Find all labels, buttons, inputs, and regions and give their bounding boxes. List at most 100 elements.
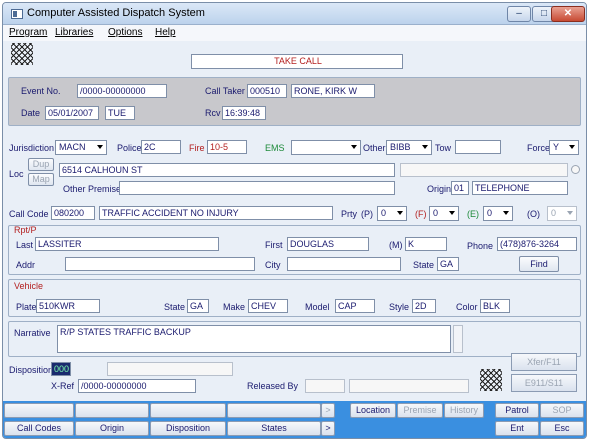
narrative-scrollbar[interactable]	[453, 325, 463, 353]
fire-field[interactable]: 10-5	[207, 140, 247, 154]
sop-button[interactable]: SOP	[540, 403, 584, 418]
middle-initial-field[interactable]: K	[405, 237, 447, 251]
force-label: Force	[527, 143, 551, 153]
jurisdiction-select[interactable]: MACN	[55, 140, 107, 155]
menu-bar: Program Libraries Options Help	[3, 25, 586, 41]
xref-field: /0000-00000000	[78, 379, 196, 393]
other-select[interactable]: BIBB	[386, 140, 432, 155]
plate-field[interactable]: 510KWR	[36, 299, 100, 313]
ent-button[interactable]: Ent	[495, 421, 539, 436]
ems-select[interactable]	[291, 140, 361, 155]
tow-label: Tow	[435, 143, 452, 153]
chevron-down-icon	[97, 145, 103, 149]
priority-o-select[interactable]: 0	[547, 206, 577, 221]
released-by-label: Released By	[247, 381, 299, 391]
vehicle-section-label: Vehicle	[14, 281, 44, 291]
priority-e-value: 0	[487, 208, 493, 218]
force-select[interactable]: Y	[549, 140, 579, 155]
jurisdiction-label: Jurisdiction	[9, 143, 55, 153]
other-premise-field[interactable]	[119, 181, 395, 195]
toolbar-blank-3[interactable]	[150, 403, 226, 418]
call-taker-id-field: 000510	[247, 84, 287, 98]
addr-label: Addr	[16, 260, 36, 270]
minimize-button[interactable]: –	[507, 6, 531, 22]
disposition-code-field[interactable]: 000	[51, 362, 71, 376]
states-button[interactable]: States	[227, 421, 321, 436]
vehicle-state-field[interactable]: GA	[187, 299, 209, 313]
color-field[interactable]: BLK	[480, 299, 510, 313]
status-hatch-icon	[480, 369, 502, 391]
ems-label: EMS	[265, 143, 285, 153]
premise-button[interactable]: Premise	[397, 403, 443, 418]
call-codes-button[interactable]: Call Codes	[4, 421, 74, 436]
toolbar-more-button-top[interactable]: >	[321, 403, 335, 418]
city-field[interactable]	[287, 257, 401, 271]
patrol-button[interactable]: Patrol	[495, 403, 539, 418]
last-name-field[interactable]: LASSITER	[35, 237, 219, 251]
state-label: State	[413, 260, 435, 270]
chevron-down-icon	[351, 145, 357, 149]
menu-libraries[interactable]: Libraries	[55, 27, 93, 38]
xfer-f11-button[interactable]: Xfer/F11	[511, 353, 577, 371]
esc-button[interactable]: Esc	[540, 421, 584, 436]
first-name-field[interactable]: DOUGLAS	[287, 237, 369, 251]
first-name-label: First	[265, 240, 283, 250]
narrative-textarea[interactable]: R/P STATES TRAFFIC BACKUP	[57, 325, 451, 353]
call-taker-label: Call Taker	[205, 86, 245, 96]
priority-p-label: (P)	[361, 209, 373, 219]
make-field[interactable]: CHEV	[248, 299, 288, 313]
released-by-field	[305, 379, 345, 393]
find-button[interactable]: Find	[519, 256, 559, 272]
priority-p-select[interactable]: 0	[377, 206, 407, 221]
police-field[interactable]: 2C	[141, 140, 181, 154]
location-button[interactable]: Location	[350, 403, 396, 418]
rcv-label: Rcv	[205, 108, 221, 118]
toolbar-blank-4[interactable]	[227, 403, 321, 418]
menu-program[interactable]: Program	[9, 27, 47, 38]
phone-field[interactable]: (478)876-3264	[497, 237, 577, 251]
map-button[interactable]: Map	[28, 173, 54, 186]
narrative-section: Narrative R/P STATES TRAFFIC BACKUP	[8, 321, 581, 357]
addr-field[interactable]	[65, 257, 255, 271]
call-code-field[interactable]: 080200	[51, 206, 95, 220]
close-button[interactable]: ✕	[551, 6, 585, 22]
priority-e-select[interactable]: 0	[483, 206, 513, 221]
tow-field[interactable]	[455, 140, 501, 154]
e911-s11-button[interactable]: E911/S11	[511, 374, 577, 392]
style-field[interactable]: 2D	[412, 299, 436, 313]
jurisdiction-value: MACN	[59, 142, 86, 152]
event-no-label: Event No.	[21, 86, 61, 96]
priority-e-label: (E)	[467, 209, 479, 219]
loc-label: Loc	[9, 169, 24, 179]
day-field: TUE	[105, 106, 135, 120]
bottom-toolbar: > Location Premise History Patrol SOP Ca…	[3, 401, 586, 438]
event-no-field: /0000-00000000	[77, 84, 167, 98]
origin-button[interactable]: Origin	[75, 421, 149, 436]
phone-label: Phone	[467, 241, 494, 251]
model-field[interactable]: CAP	[335, 299, 375, 313]
dup-button[interactable]: Dup	[28, 158, 54, 171]
priority-f-select[interactable]: 0	[429, 206, 459, 221]
other-value: BIBB	[390, 142, 411, 152]
address-field[interactable]: 6514 CALHOUN ST	[59, 163, 395, 177]
origin-name-field: TELEPHONE	[472, 181, 568, 195]
window-title: Computer Assisted Dispatch System	[27, 7, 205, 19]
toolbar-more-button-bottom[interactable]: >	[321, 421, 335, 436]
main-window: Computer Assisted Dispatch System – □ ✕ …	[2, 2, 587, 439]
toolbar-blank-1[interactable]	[4, 403, 74, 418]
force-value: Y	[553, 142, 560, 152]
plate-label: Plate	[16, 302, 37, 312]
other-premise-label: Other Premise	[63, 184, 122, 194]
origin-code-field[interactable]: 01	[451, 181, 469, 195]
state-field[interactable]: GA	[437, 257, 459, 271]
style-label: Style	[389, 302, 410, 312]
toolbar-blank-2[interactable]	[75, 403, 149, 418]
city-label: City	[265, 260, 281, 270]
call-code-desc-field: TRAFFIC ACCIDENT NO INJURY	[99, 206, 333, 220]
menu-help[interactable]: Help	[155, 27, 176, 38]
history-button[interactable]: History	[444, 403, 484, 418]
xref-label: X-Ref	[51, 381, 75, 391]
disposition-button[interactable]: Disposition	[150, 421, 226, 436]
location-indicator-icon	[571, 165, 580, 174]
menu-options[interactable]: Options	[108, 27, 142, 38]
